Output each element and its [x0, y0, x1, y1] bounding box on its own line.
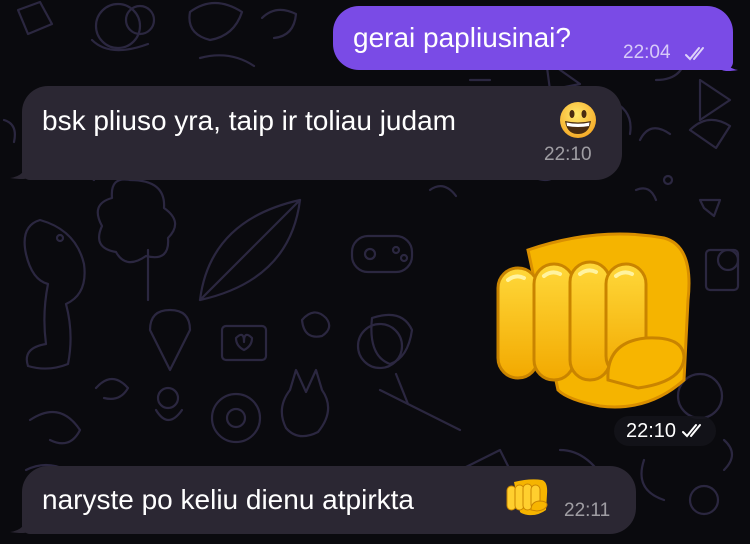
bubble-tail	[722, 52, 738, 71]
message-text: bsk pliuso yra, taip ir toliau judam	[42, 105, 456, 136]
sticker-timestamp: 22:10	[614, 416, 717, 446]
message-bubble-incoming[interactable]: bsk pliuso yra, taip ir toliau judam 22:…	[22, 86, 622, 180]
bubble-tail	[10, 160, 28, 179]
double-check-icon	[682, 424, 702, 438]
message-time: 22:10	[626, 419, 677, 442]
grinning-face-icon	[560, 102, 596, 138]
message-time: 22:10	[544, 144, 592, 165]
bubble-tail	[10, 514, 28, 533]
message-text: naryste po keliu dienu atpirkta	[42, 484, 414, 515]
double-check-icon	[685, 47, 704, 61]
message-bubble-outgoing[interactable]: gerai papliusinai? 22:04	[333, 6, 733, 70]
message-time: 22:11	[564, 500, 611, 521]
message-time: 22:04	[623, 42, 671, 63]
oncoming-fist-sticker[interactable]	[488, 230, 700, 412]
message-text: gerai papliusinai?	[353, 22, 571, 53]
oncoming-fist-icon	[506, 479, 548, 516]
message-bubble-incoming[interactable]: naryste po keliu dienu atpirkta 22:11	[22, 466, 636, 534]
